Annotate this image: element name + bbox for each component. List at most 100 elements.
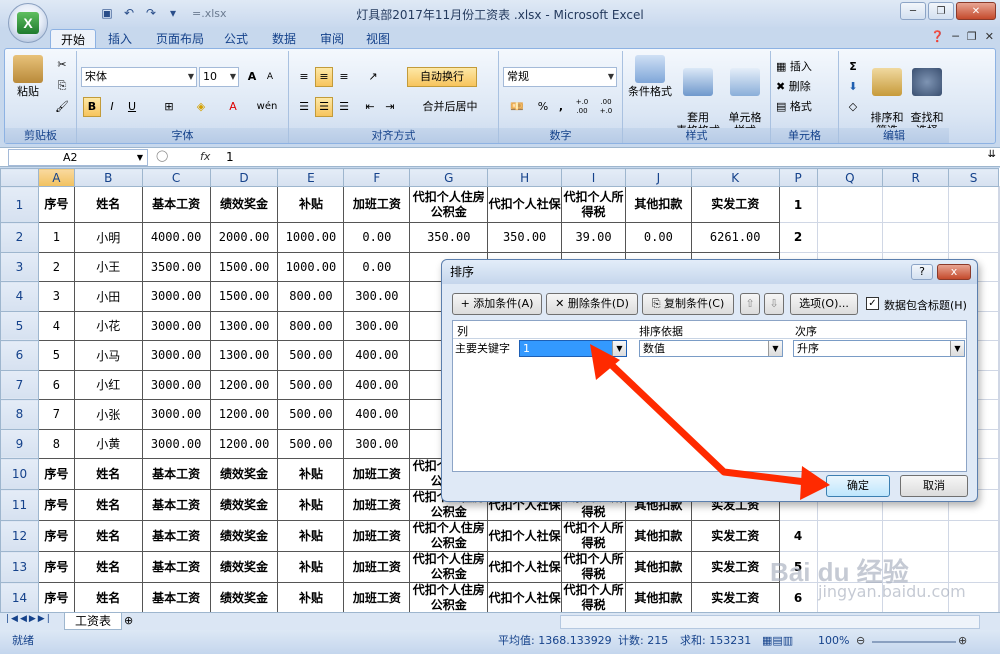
header-cell[interactable]: 代扣个人社保 <box>487 551 563 583</box>
orientation-icon[interactable]: ↗ <box>361 67 385 87</box>
data-cell[interactable]: 小黄 <box>73 428 143 459</box>
number-format-dropdown[interactable]: 常规 ▼ <box>503 67 617 87</box>
percent-button[interactable]: % <box>535 97 551 117</box>
p-cell[interactable]: 4 <box>778 520 818 552</box>
column-header[interactable]: D <box>209 168 279 187</box>
header-cell[interactable]: 基本工资 <box>141 520 211 552</box>
header-cell[interactable]: 其他扣款 <box>624 186 692 223</box>
help-icon[interactable]: ❓ <box>931 30 945 43</box>
empty-cell[interactable] <box>998 281 1000 312</box>
empty-cell[interactable] <box>998 340 1000 371</box>
data-cell[interactable]: 2000.00 <box>209 222 279 253</box>
column-header[interactable]: Q <box>816 168 884 187</box>
data-cell[interactable]: 0.00 <box>343 251 411 282</box>
header-cell[interactable]: 代扣个人所得税 <box>561 551 626 583</box>
header-cell[interactable]: 序号 <box>37 582 75 612</box>
empty-cell[interactable] <box>816 186 884 223</box>
empty-cell[interactable] <box>948 186 999 223</box>
format-button[interactable]: ▤ 格式 <box>775 97 833 117</box>
empty-cell[interactable] <box>998 369 1000 400</box>
align-center-icon[interactable]: ☰ <box>315 97 333 117</box>
header-cell[interactable]: 基本工资 <box>141 582 211 612</box>
zoom-level[interactable]: 100% <box>818 630 849 652</box>
empty-cell[interactable] <box>998 186 1000 223</box>
header-cell[interactable]: 序号 <box>37 489 75 521</box>
zoom-in-icon[interactable]: ⊕ <box>958 630 967 652</box>
add-level-button[interactable]: + 添加条件(A) <box>452 293 542 315</box>
order-dropdown[interactable]: 升序 ▼ <box>793 340 965 357</box>
data-cell[interactable]: 400.00 <box>343 340 411 371</box>
data-cell[interactable]: 小马 <box>73 340 143 371</box>
row-header[interactable]: 9 <box>0 428 39 459</box>
header-cell[interactable]: 实发工资 <box>690 582 780 612</box>
column-header[interactable]: H <box>487 168 563 187</box>
fill-icon[interactable]: ⬇ <box>843 77 863 97</box>
options-button[interactable]: 选项(O)... <box>790 293 858 315</box>
find-select-button[interactable]: 查找和 选择 <box>907 55 947 137</box>
empty-cell[interactable] <box>998 458 1000 490</box>
ok-button[interactable]: 确定 <box>826 475 890 497</box>
data-cell[interactable]: 500.00 <box>277 399 345 430</box>
data-cell[interactable]: 小红 <box>73 369 143 400</box>
select-all-corner[interactable] <box>0 168 39 187</box>
empty-cell[interactable] <box>882 520 950 552</box>
data-cell[interactable]: 1300.00 <box>209 310 279 341</box>
horizontal-scrollbar[interactable] <box>560 615 980 629</box>
empty-cell[interactable] <box>998 582 1000 612</box>
data-cell[interactable]: 6261.00 <box>690 222 780 253</box>
decrease-decimal-button[interactable]: .00 +.0 <box>595 97 617 117</box>
underline-button[interactable]: U <box>123 97 141 117</box>
data-cell[interactable]: 8 <box>37 428 75 459</box>
data-cell[interactable]: 300.00 <box>343 310 411 341</box>
insert-button[interactable]: ▦ 插入 <box>775 57 833 77</box>
row-header[interactable]: 10 <box>0 458 39 490</box>
header-cell[interactable]: 补贴 <box>277 520 345 552</box>
insert-sheet-icon[interactable]: ⊕ <box>124 614 133 627</box>
data-cell[interactable]: 350.00 <box>409 222 489 253</box>
header-cell[interactable]: 序号 <box>37 551 75 583</box>
header-cell[interactable]: 姓名 <box>73 582 143 612</box>
tab-formulas[interactable]: 公式 <box>214 29 258 49</box>
data-cell[interactable]: 400.00 <box>343 369 411 400</box>
font-name-dropdown[interactable]: 宋体 ▼ <box>81 67 197 87</box>
header-cell[interactable]: 代扣个人住房公积金 <box>409 186 489 223</box>
empty-cell[interactable] <box>998 551 1000 583</box>
cancel-button[interactable]: 取消 <box>900 475 968 497</box>
column-header[interactable]: R <box>882 168 950 187</box>
data-cell[interactable]: 5 <box>37 340 75 371</box>
data-cell[interactable]: 3 <box>37 281 75 312</box>
formula-bar-resize-icon[interactable]: ◯ <box>156 149 168 162</box>
data-cell[interactable]: 1500.00 <box>209 281 279 312</box>
row-header[interactable]: 5 <box>0 310 39 341</box>
cut-icon[interactable]: ✂ <box>53 55 71 75</box>
sheet-nav-icon[interactable]: |◀◀▶▶| <box>6 614 52 624</box>
header-cell[interactable]: 序号 <box>37 186 75 223</box>
data-cell[interactable]: 1200.00 <box>209 428 279 459</box>
column-header[interactable]: S <box>948 168 999 187</box>
header-cell[interactable]: 绩效奖金 <box>209 520 279 552</box>
header-cell[interactable]: 序号 <box>37 520 75 552</box>
data-cell[interactable]: 7 <box>37 399 75 430</box>
tab-data[interactable]: 数据 <box>262 29 306 49</box>
close-button[interactable]: ✕ <box>956 2 996 20</box>
data-cell[interactable]: 2 <box>37 251 75 282</box>
italic-button[interactable]: I <box>103 97 121 117</box>
empty-cell[interactable] <box>998 222 1000 253</box>
ribbon-close-icon[interactable]: ✕ <box>985 30 994 43</box>
row-header[interactable]: 11 <box>0 489 39 521</box>
grow-font-button[interactable]: A <box>243 67 261 87</box>
tab-view[interactable]: 视图 <box>356 29 400 49</box>
cell-styles-button[interactable]: 单元格 样式 <box>723 55 767 137</box>
header-cell[interactable]: 代扣个人住房公积金 <box>409 551 489 583</box>
header-cell[interactable]: 补贴 <box>277 582 345 612</box>
header-cell[interactable]: 加班工资 <box>343 582 411 612</box>
data-cell[interactable]: 400.00 <box>343 399 411 430</box>
row-header[interactable]: 7 <box>0 369 39 400</box>
copy-level-button[interactable]: ⎘ 复制条件(C) <box>642 293 734 315</box>
header-cell[interactable]: 姓名 <box>73 520 143 552</box>
header-cell[interactable]: 绩效奖金 <box>209 186 279 223</box>
empty-cell[interactable] <box>816 222 884 253</box>
decrease-indent-icon[interactable]: ⇤ <box>361 97 379 117</box>
data-cell[interactable]: 1200.00 <box>209 369 279 400</box>
delete-button[interactable]: ✖ 删除 <box>775 77 833 97</box>
